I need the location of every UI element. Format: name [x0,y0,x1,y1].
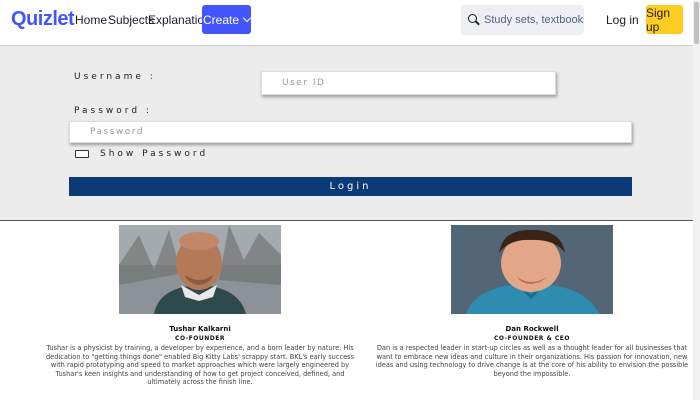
create-button[interactable]: Create [202,5,252,34]
login-panel: Username : User ID Password : Password S… [0,45,700,221]
username-placeholder: User ID [282,78,326,88]
founder-name-dan: Dan Rockwell [505,325,559,333]
username-field[interactable]: User ID [261,71,556,95]
show-password-checkbox[interactable] [75,150,89,158]
page: Quizlet Home Subjects Explanations Creat… [0,0,700,400]
create-label: Create [202,12,240,27]
founder-name-tushar: Tushar Kalkarni [169,325,231,333]
founder-bio-tushar: Tushar is a physicist by training, a dev… [45,344,355,387]
username-label: Username : [74,72,156,82]
page-scrollbar[interactable] [693,0,700,400]
founder-photo-dan-image [451,225,613,314]
search-placeholder: Study sets, textbooks, ... [484,14,584,26]
founder-photo-dan [451,225,613,314]
founder-photo-tushar [119,225,281,314]
founder-role-tushar: CO-FOUNDER [175,335,225,342]
password-field[interactable]: Password [69,121,632,143]
founder-photo-tushar-image [119,225,281,314]
chevron-down-icon [242,13,252,23]
signup-button[interactable]: Sign up [646,5,683,34]
password-label: Password : [74,106,152,116]
show-password-label: Show Password [100,149,209,159]
top-nav: Quizlet Home Subjects Explanations Creat… [0,0,700,40]
password-placeholder: Password [90,127,145,137]
nav-link-home[interactable]: Home [75,13,107,27]
quizlet-logo[interactable]: Quizlet [11,8,75,31]
founder-bio-dan: Dan is a respected leader in start-up ci… [375,344,689,378]
search-icon [468,14,480,26]
founder-role-dan: CO-FOUNDER & CEO [494,335,570,342]
scrollbar-thumb[interactable] [694,2,699,44]
search-input[interactable]: Study sets, textbooks, ... [461,5,584,35]
login-button[interactable]: Login [69,177,632,196]
nav-login-link[interactable]: Log in [606,13,639,27]
